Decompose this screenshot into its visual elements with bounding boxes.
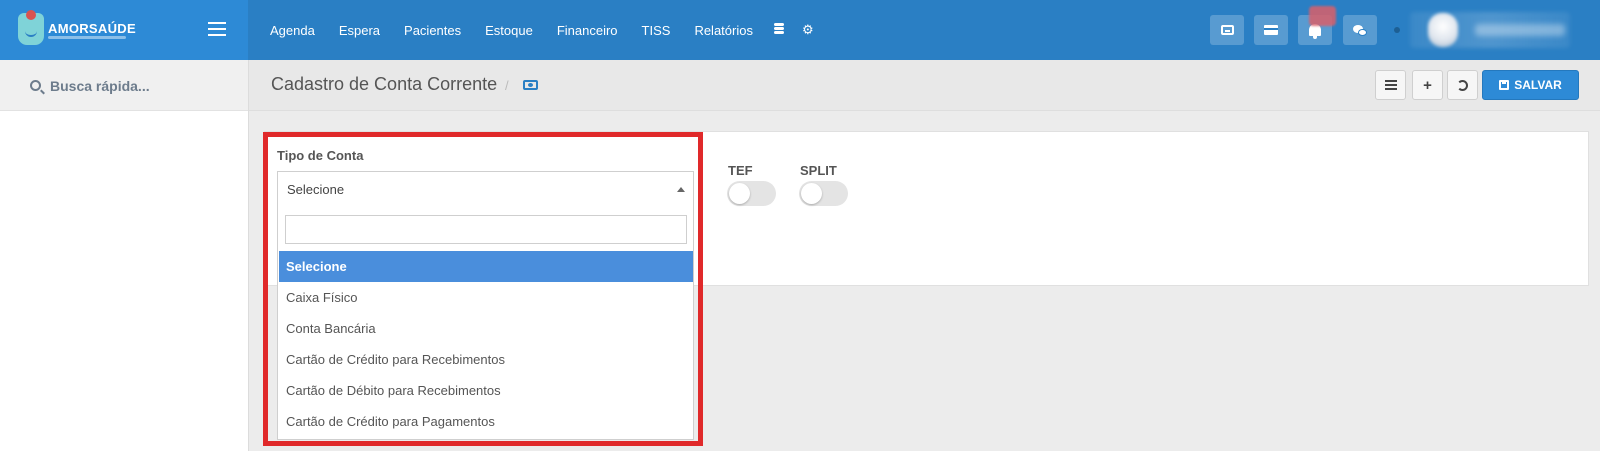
nav-relatorios[interactable]: Relatórios	[682, 23, 765, 38]
tipo-de-conta-dropdown: Selecione Caixa Físico Conta Bancária Ca…	[277, 208, 694, 440]
option-cartao-credito-pagamentos[interactable]: Cartão de Crédito para Pagamentos	[279, 406, 693, 437]
tef-toggle[interactable]	[727, 181, 776, 206]
brand-area[interactable]: AMORSAÚDE	[0, 0, 248, 60]
sidebar	[0, 60, 249, 451]
quick-search-input[interactable]	[50, 74, 230, 98]
database-icon[interactable]	[765, 22, 793, 38]
quick-search	[0, 60, 248, 111]
floppy-disk-icon	[1499, 80, 1510, 90]
option-conta-bancaria[interactable]: Conta Bancária	[279, 313, 693, 344]
notification-badge	[1309, 6, 1336, 26]
nav-agenda[interactable]: Agenda	[258, 23, 327, 38]
history-button[interactable]	[1447, 70, 1478, 100]
caret-up-icon	[677, 187, 685, 192]
nav-espera[interactable]: Espera	[327, 23, 392, 38]
credit-card-icon	[1264, 25, 1278, 35]
chat-icon	[1353, 24, 1367, 36]
page-title: Cadastro de Conta Corrente	[271, 74, 498, 94]
payments-button[interactable]	[1254, 15, 1288, 45]
list-view-button[interactable]	[1375, 70, 1406, 100]
save-button-label: SALVAR	[1514, 78, 1562, 92]
plus-icon: +	[1423, 76, 1432, 94]
inbox-icon	[1220, 25, 1234, 35]
option-caixa-fisico[interactable]: Caixa Físico	[279, 282, 693, 313]
hamburger-menu-icon[interactable]	[208, 22, 226, 36]
brand-tagline	[48, 36, 126, 39]
brand-name: AMORSAÚDE	[48, 21, 136, 36]
split-toggle[interactable]	[799, 181, 848, 206]
main-menu: Agenda Espera Pacientes Estoque Financei…	[258, 0, 823, 60]
tef-label: TEF	[728, 163, 753, 178]
search-icon	[30, 80, 41, 91]
option-cartao-credito-recebimentos[interactable]: Cartão de Crédito para Recebimentos	[279, 344, 693, 375]
option-cartao-debito-recebimentos[interactable]: Cartão de Débito para Recebimentos	[279, 375, 693, 406]
select-current-value: Selecione	[287, 182, 345, 197]
online-status-dot	[1394, 27, 1400, 33]
option-selecione[interactable]: Selecione	[279, 251, 693, 282]
user-name-redacted	[1475, 24, 1565, 36]
gear-icon[interactable]: ⚙	[793, 22, 823, 38]
nav-tiss[interactable]: TISS	[630, 23, 683, 38]
logo-icon	[18, 10, 44, 45]
money-icon	[523, 80, 538, 90]
top-navbar: AMORSAÚDE Agenda Espera Pacientes Estoqu…	[0, 0, 1600, 60]
nav-financeiro[interactable]: Financeiro	[545, 23, 630, 38]
tipo-de-conta-label: Tipo de Conta	[277, 148, 364, 163]
list-icon	[1384, 80, 1397, 90]
add-button[interactable]: +	[1412, 70, 1443, 100]
history-icon	[1457, 79, 1468, 91]
save-button[interactable]: SALVAR	[1482, 70, 1579, 100]
split-label: SPLIT	[800, 163, 837, 178]
nav-estoque[interactable]: Estoque	[473, 23, 545, 38]
chat-button[interactable]	[1343, 15, 1377, 45]
dropdown-search-input[interactable]	[285, 215, 687, 244]
tipo-de-conta-select[interactable]: Selecione	[277, 171, 694, 209]
avatar[interactable]	[1428, 13, 1458, 47]
breadcrumb-separator: /	[505, 78, 509, 93]
inbox-button[interactable]	[1210, 15, 1244, 45]
nav-pacientes[interactable]: Pacientes	[392, 23, 473, 38]
